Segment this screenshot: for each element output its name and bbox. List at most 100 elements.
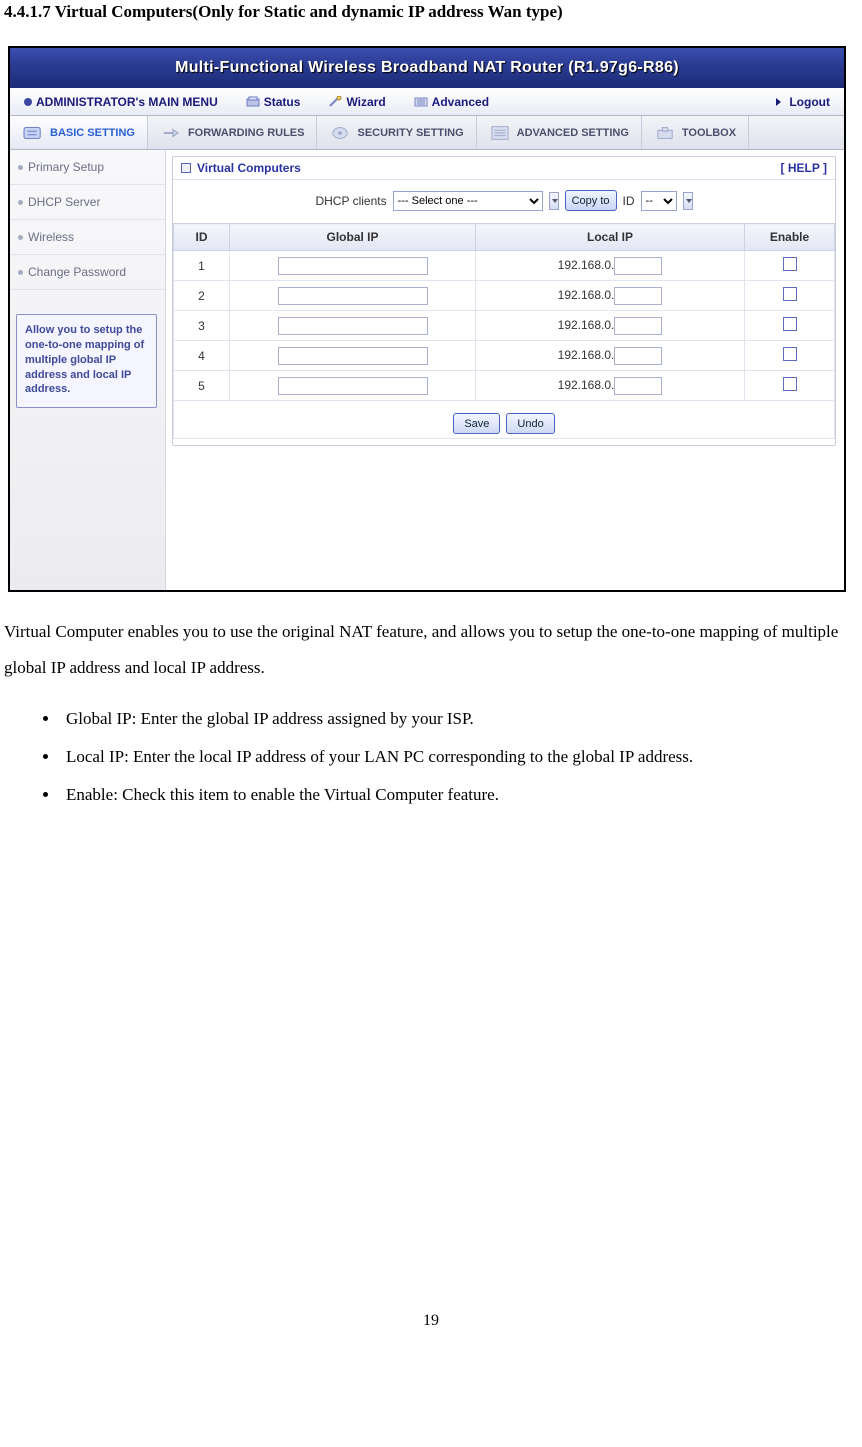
local-ip-prefix: 192.168.0. [558,348,615,362]
enable-checkbox[interactable] [783,317,797,331]
global-ip-input[interactable] [278,317,428,335]
sidebar-item-label: Change Password [28,265,126,279]
global-ip-input[interactable] [278,377,428,395]
window-title-bar: Multi-Functional Wireless Broadband NAT … [10,48,844,88]
advanced-setting-icon [489,124,511,142]
tab-advanced-label: ADVANCED SETTING [517,127,629,139]
toolbox-icon [654,124,676,142]
local-ip-input[interactable] [614,347,662,365]
virtual-computers-panel: Virtual Computers [ HELP ] DHCP clients … [172,156,836,446]
copy-to-button[interactable]: Copy to [565,190,617,211]
local-ip-input[interactable] [614,257,662,275]
sidebar-item-dhcp-server[interactable]: DHCP Server [10,185,165,220]
table-row: 2 192.168.0. [174,281,835,311]
table-row: 1 192.168.0. [174,251,835,281]
dhcp-clients-select[interactable]: --- Select one --- [393,191,543,211]
global-ip-input[interactable] [278,257,428,275]
tab-basic-label: BASIC SETTING [50,127,135,139]
row-id: 3 [174,311,230,341]
row-id: 5 [174,371,230,401]
undo-button[interactable]: Undo [506,413,554,434]
menu-status-label: Status [264,95,301,109]
main-menu-bar: ADMINISTRATOR's MAIN MENU Status Wizard … [10,88,844,116]
security-icon [329,124,351,142]
th-global-ip: Global IP [230,224,476,251]
enable-checkbox[interactable] [783,257,797,271]
page-number: 19 [4,1312,858,1330]
sidebar-help-box: Allow you to setup the one-to-one mappin… [16,314,157,408]
row-id: 4 [174,341,230,371]
panel-icon [181,163,191,173]
menu-wizard[interactable]: Wizard [314,95,399,109]
forwarding-icon [160,124,182,142]
local-ip-prefix: 192.168.0. [558,288,615,302]
basic-setting-icon [22,124,44,142]
th-enable: Enable [745,224,835,251]
th-local-ip: Local IP [476,224,745,251]
arrow-icon [776,98,781,106]
list-item: Enable: Check this item to enable the Vi… [60,777,858,813]
table-row: 4 192.168.0. [174,341,835,371]
table-row: 5 192.168.0. [174,371,835,401]
local-ip-input[interactable] [614,317,662,335]
chevron-down-icon[interactable] [683,192,693,210]
tab-advanced-setting[interactable]: ADVANCED SETTING [477,116,642,149]
router-admin-screenshot: Multi-Functional Wireless Broadband NAT … [8,46,846,592]
menu-logout[interactable]: Logout [762,95,844,109]
dhcp-clients-row: DHCP clients --- Select one --- Copy to … [173,180,835,223]
description-paragraph: Virtual Computer enables you to use the … [4,614,858,685]
status-icon [246,96,260,108]
tab-security-label: SECURITY SETTING [357,127,463,139]
panel-title: Virtual Computers [197,161,301,175]
settings-tab-bar: BASIC SETTING FORWARDING RULES SECURITY … [10,116,844,150]
local-ip-prefix: 192.168.0. [558,378,615,392]
chevron-down-icon[interactable] [549,192,559,210]
enable-checkbox[interactable] [783,347,797,361]
section-heading: 4.4.1.7 Virtual Computers(Only for Stati… [4,2,858,22]
menu-wizard-label: Wizard [346,95,385,109]
advanced-icon [414,96,428,108]
dhcp-clients-label: DHCP clients [315,194,386,208]
menu-bullet-icon [24,98,32,106]
menu-status[interactable]: Status [232,95,315,109]
th-id: ID [174,224,230,251]
table-row: 3 192.168.0. [174,311,835,341]
tab-toolbox[interactable]: TOOLBOX [642,116,749,149]
local-ip-input[interactable] [614,287,662,305]
menu-administrator-main[interactable]: ADMINISTRATOR's MAIN MENU [10,95,232,109]
local-ip-prefix: 192.168.0. [558,258,615,272]
id-label: ID [623,194,635,208]
window-title: Multi-Functional Wireless Broadband NAT … [175,59,679,77]
menu-admin-label: ADMINISTRATOR's MAIN MENU [36,95,218,109]
feature-list: Global IP: Enter the global IP address a… [60,701,858,812]
list-item: Local IP: Enter the local IP address of … [60,739,858,775]
tab-security-setting[interactable]: SECURITY SETTING [317,116,476,149]
tab-forwarding-label: FORWARDING RULES [188,127,305,139]
save-button[interactable]: Save [453,413,500,434]
sidebar: Primary Setup DHCP Server Wireless Chang… [10,150,166,590]
row-id: 1 [174,251,230,281]
menu-advanced[interactable]: Advanced [400,95,503,109]
tab-forwarding-rules[interactable]: FORWARDING RULES [148,116,318,149]
sidebar-item-primary-setup[interactable]: Primary Setup [10,150,165,185]
help-link[interactable]: [ HELP ] [781,161,827,175]
tab-toolbox-label: TOOLBOX [682,127,736,139]
global-ip-input[interactable] [278,287,428,305]
sidebar-item-wireless[interactable]: Wireless [10,220,165,255]
global-ip-input[interactable] [278,347,428,365]
sidebar-item-label: DHCP Server [28,195,100,209]
local-ip-prefix: 192.168.0. [558,318,615,332]
local-ip-input[interactable] [614,377,662,395]
sidebar-item-change-password[interactable]: Change Password [10,255,165,290]
list-item: Global IP: Enter the global IP address a… [60,701,858,737]
menu-logout-label: Logout [789,95,830,109]
menu-advanced-label: Advanced [432,95,489,109]
sidebar-item-label: Wireless [28,230,74,244]
enable-checkbox[interactable] [783,287,797,301]
wizard-icon [328,96,342,108]
id-select[interactable]: -- [641,191,677,211]
tab-basic-setting[interactable]: BASIC SETTING [10,116,148,149]
content-area: Virtual Computers [ HELP ] DHCP clients … [166,150,844,590]
sidebar-item-label: Primary Setup [28,160,104,174]
enable-checkbox[interactable] [783,377,797,391]
